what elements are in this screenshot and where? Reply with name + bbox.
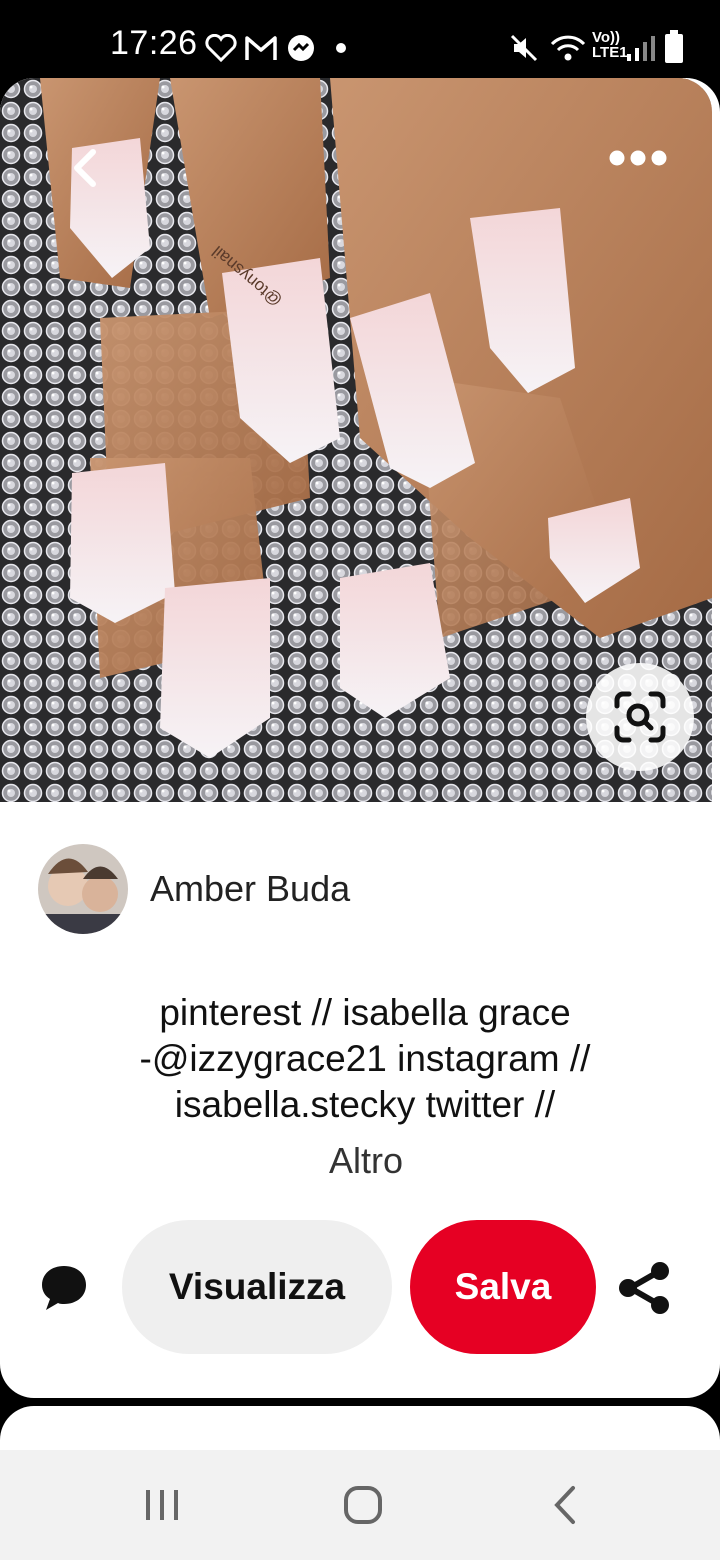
gmail-icon: [245, 36, 277, 60]
more-options-button[interactable]: [600, 138, 676, 178]
wifi-icon: [550, 35, 586, 61]
battery-icon: [665, 30, 683, 63]
signal-icon: [627, 36, 655, 61]
author-row[interactable]: Amber Buda: [38, 844, 350, 934]
description-line-1: pinterest // isabella grace: [159, 992, 571, 1033]
recent-apps-button[interactable]: [132, 1480, 192, 1530]
mute-icon: [510, 34, 538, 62]
recent-apps-icon: [146, 1490, 178, 1520]
pin-description: pinterest // isabella grace -@izzygrace2…: [60, 990, 670, 1128]
dot-icon: [336, 43, 346, 53]
nav-back-button[interactable]: [535, 1480, 595, 1530]
status-time: 17:26: [110, 24, 198, 62]
chevron-left-icon: [74, 149, 96, 187]
network-label: Vo)) LTE1: [592, 30, 628, 60]
visualizza-button[interactable]: Visualizza: [122, 1220, 392, 1354]
back-icon: [554, 1486, 575, 1524]
visual-search-icon: [614, 691, 666, 743]
network-label-bottom: LTE1: [592, 44, 628, 61]
avatar-image: [38, 844, 128, 934]
messenger-icon: [288, 35, 314, 61]
network-label-top: Vo)): [592, 29, 621, 46]
share-icon: [619, 1262, 669, 1314]
back-button[interactable]: [55, 138, 115, 198]
author-name[interactable]: Amber Buda: [150, 868, 350, 910]
pin-image[interactable]: @tonysnail: [0, 78, 712, 802]
comment-button[interactable]: [34, 1258, 94, 1318]
description-line-2: -@izzygrace21 instagram //: [139, 1038, 591, 1079]
save-button[interactable]: Salva: [410, 1220, 596, 1354]
pin-card: @tonysnail Amber Buda pinterest // isabe…: [0, 78, 720, 1398]
more-link[interactable]: Altro: [0, 1140, 720, 1182]
system-nav-bar: [0, 1450, 720, 1560]
avatar[interactable]: [38, 844, 128, 934]
share-button[interactable]: [612, 1256, 676, 1320]
more-dots-icon: [609, 150, 667, 166]
description-line-3: isabella.stecky twitter //: [174, 1084, 556, 1125]
heart-icon: [205, 34, 237, 62]
home-icon: [344, 1486, 382, 1524]
visual-search-button[interactable]: [586, 663, 694, 771]
comment-icon: [42, 1266, 86, 1310]
home-button[interactable]: [333, 1480, 393, 1530]
status-bar: 17:26 Vo)) LTE1: [0, 0, 720, 78]
